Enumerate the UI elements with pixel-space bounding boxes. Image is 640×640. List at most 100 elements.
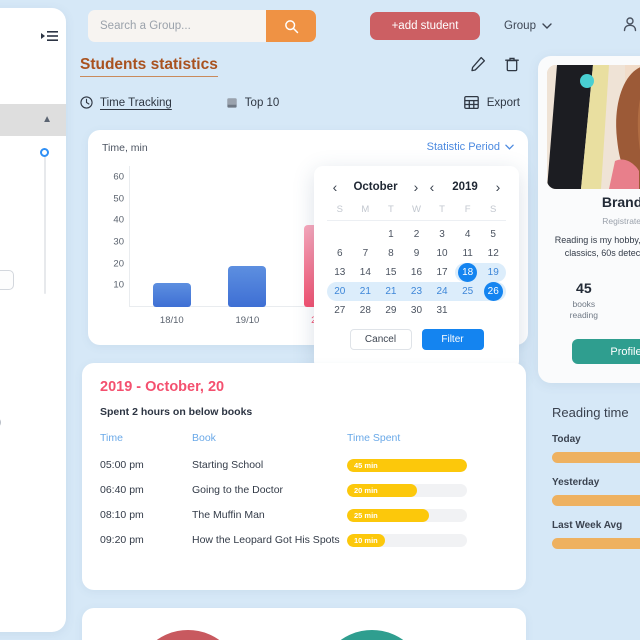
day-cell[interactable]: 8 [378, 244, 404, 263]
day-cell[interactable]: 29 [378, 301, 404, 320]
day-cell-empty [353, 225, 379, 244]
profile-bio: Reading is my hobby, and Russian classic… [554, 235, 640, 258]
grid-icon [463, 95, 479, 110]
day-number: 5 [490, 229, 496, 240]
help-circle-icon[interactable]: ? [0, 417, 1, 428]
search-group-field[interactable] [88, 10, 316, 42]
y-axis-tick: 40 [113, 214, 124, 226]
statistic-period-dropdown[interactable]: Statistic Period [427, 141, 514, 153]
day-cell[interactable]: 9 [404, 244, 430, 263]
time-spent-meter: 25 min [347, 509, 467, 522]
day-cell[interactable]: 14 [353, 263, 379, 282]
next-month-button[interactable]: › [408, 180, 424, 194]
day-cell[interactable]: 28 [353, 301, 379, 320]
day-cell[interactable]: 4 [455, 225, 481, 244]
search-input[interactable] [88, 20, 266, 32]
day-cell[interactable]: 3 [429, 225, 455, 244]
day-cell[interactable]: 19 [480, 263, 506, 282]
sidebar-input-field[interactable] [0, 270, 14, 290]
sidebar-section-header[interactable]: ▲ [0, 104, 66, 136]
filter-button[interactable]: Filter [421, 329, 484, 350]
cell-time-spent: 45 min [347, 453, 508, 478]
day-cell[interactable]: 15 [378, 263, 404, 282]
day-number: 28 [359, 305, 371, 316]
next-year-button[interactable]: › [490, 180, 506, 194]
profile-stats: 45books reading5read [538, 280, 640, 321]
day-number: 11 [462, 248, 473, 259]
datepicker-year: 2019 [452, 181, 478, 193]
cancel-button[interactable]: Cancel [349, 329, 412, 350]
datepicker-header: ‹ October › ‹ 2019 › [327, 176, 506, 198]
day-cell[interactable]: 2 [404, 225, 430, 244]
session-table: Time Book Time Spent 05:00 pm Starting Sc… [100, 432, 508, 553]
day-cell[interactable]: 7 [353, 244, 379, 263]
day-cell[interactable]: 23 [403, 282, 430, 301]
group-dropdown[interactable]: Group [504, 20, 552, 32]
reading-time-bar [552, 538, 640, 549]
day-cell[interactable]: 6 [327, 244, 353, 263]
sub-navigation: Time Tracking Top 10 Export [80, 95, 520, 110]
vertical-slider-track[interactable] [44, 154, 46, 294]
day-number: 17 [436, 267, 448, 278]
distribution-charts-card [82, 608, 526, 640]
weekday-label: W [412, 204, 421, 215]
table-row[interactable]: 09:20 pm How the Leopard Got His Spots 10 … [100, 528, 508, 553]
day-cell[interactable]: 12 [480, 244, 506, 263]
reading-time-label: Today [552, 434, 581, 445]
day-cell[interactable]: 31 [429, 301, 455, 320]
y-axis: 10 20 30 40 50 60 [102, 166, 128, 307]
day-cell[interactable]: 24 [429, 282, 455, 301]
left-sidebar-panel: ▲ t ? - [0, 8, 66, 632]
day-cell[interactable]: 27 [327, 301, 353, 320]
add-student-button[interactable]: +add student [370, 12, 480, 40]
pencil-icon[interactable] [470, 56, 486, 77]
prev-year-button[interactable]: ‹ [424, 180, 440, 194]
chart-axis-caption: Time, min [102, 142, 148, 154]
day-cell[interactable]: 26 [480, 282, 506, 301]
day-number: 3 [439, 229, 445, 240]
weekday-label: S [336, 204, 343, 215]
search-button[interactable] [266, 10, 316, 42]
vertical-slider-handle[interactable] [40, 148, 49, 157]
y-axis-tick: 60 [113, 171, 124, 183]
day-number: 2 [413, 229, 420, 240]
day-cell[interactable]: 18 [454, 263, 481, 282]
session-table-body: 05:00 pm Starting School 45 min 06:40 pm Goi… [100, 453, 508, 553]
day-cell[interactable]: 10 [429, 244, 455, 263]
bar[interactable] [228, 265, 267, 307]
day-cell[interactable]: 16 [404, 263, 430, 282]
cell-time: 05:00 pm [100, 459, 144, 471]
statistic-period-label: Statistic Period [426, 141, 500, 153]
day-cell[interactable]: 25 [454, 282, 481, 301]
tab-top-10[interactable]: Top 10 [226, 97, 279, 109]
collapse-sidebar-icon[interactable] [39, 28, 59, 44]
table-row[interactable]: 08:10 pm The Muffin Man 25 min [100, 503, 508, 528]
reading-time-label: Yesterday [552, 477, 600, 488]
day-cell[interactable]: 5 [480, 225, 506, 244]
tab-time-tracking[interactable]: Time Tracking [80, 96, 172, 109]
day-cell[interactable]: 17 [429, 263, 455, 282]
export-button[interactable]: Export [463, 95, 520, 110]
table-row[interactable]: 05:00 pm Starting School 45 min [100, 453, 508, 478]
left-pie-chart [134, 630, 242, 640]
table-row[interactable]: 06:40 pm Going to the Doctor 20 min [100, 478, 508, 503]
trash-icon[interactable] [504, 56, 520, 77]
day-cell[interactable]: 21 [352, 282, 379, 301]
time-spent-meter-fill: 20 min [347, 484, 417, 497]
chevron-down-icon [505, 144, 514, 150]
bar[interactable] [152, 283, 191, 307]
profile-button[interactable]: Profile [572, 339, 640, 364]
day-cell[interactable]: 20 [327, 282, 353, 301]
day-cell[interactable]: 13 [327, 263, 353, 282]
prev-month-button[interactable]: ‹ [327, 180, 343, 194]
weekday-label: M [361, 204, 370, 215]
day-number: 13 [334, 267, 346, 278]
day-cell[interactable]: 11 [455, 244, 481, 263]
reading-time-row: Today [552, 434, 640, 463]
page-actions [470, 56, 520, 77]
day-cell[interactable]: 1 [378, 225, 404, 244]
page-title[interactable]: Students statistics [80, 56, 218, 77]
user-icon[interactable] [622, 16, 638, 37]
day-cell[interactable]: 21 [378, 282, 404, 301]
day-cell[interactable]: 30 [404, 301, 430, 320]
